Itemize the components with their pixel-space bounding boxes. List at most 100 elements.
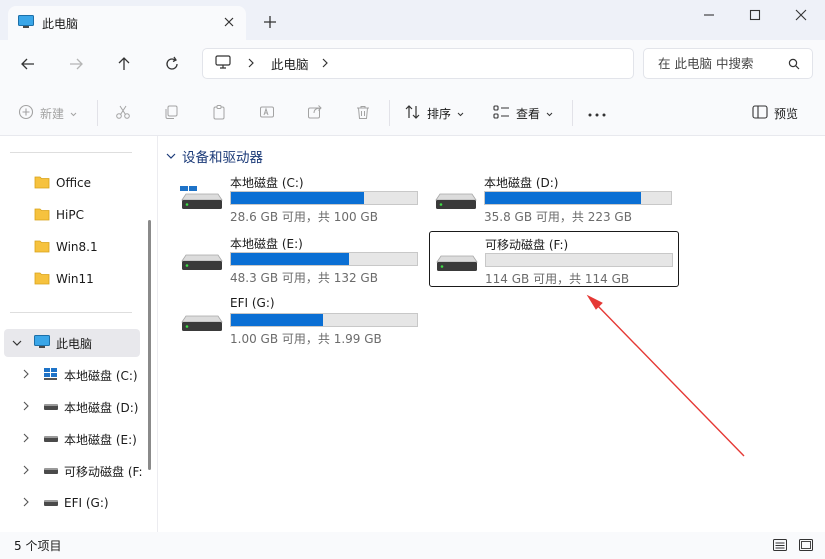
capacity-bar (230, 313, 418, 327)
drive-icon (44, 464, 58, 478)
drive-name: 可移动磁盘 (F:) (485, 238, 569, 252)
chevron-right-icon (247, 57, 255, 71)
nav-item-drive-f[interactable]: 可移动磁盘 (F: (0, 457, 150, 485)
drive-icon (180, 308, 224, 337)
maximize-button[interactable] (732, 0, 778, 32)
tiles-view-icon[interactable] (799, 539, 813, 554)
minimize-icon (703, 9, 715, 24)
preview-pane-icon (752, 104, 768, 122)
capacity-fill (231, 253, 349, 265)
capacity-bar (484, 191, 672, 205)
chevron-down-icon (70, 106, 77, 120)
nav-scrollbar-thumb[interactable] (148, 220, 151, 470)
view-button[interactable]: 查看 (493, 101, 553, 125)
copy-button[interactable] (163, 101, 179, 125)
sort-label: 排序 (427, 106, 452, 121)
drive-icon (180, 247, 224, 276)
delete-button[interactable] (355, 101, 371, 125)
drive-tile-f[interactable]: 可移动磁盘 (F:) 114 GB 可用，共 114 GB (429, 231, 679, 287)
close-window-button[interactable] (778, 0, 824, 32)
drive-name: 本地磁盘 (C:) (230, 176, 304, 190)
nav-item-this-pc[interactable]: 此电脑 (4, 329, 140, 357)
details-view-icon[interactable] (773, 539, 787, 554)
nav-item-label: Win11 (56, 272, 94, 286)
section-devices-drives[interactable]: 设备和驱动器 (166, 146, 263, 166)
drive-icon (44, 496, 58, 510)
forward-button[interactable] (65, 54, 87, 76)
drive-icon (44, 400, 58, 414)
nav-item-drive-d[interactable]: 本地磁盘 (D:) (0, 393, 150, 421)
nav-item-win11[interactable]: Win11 (0, 265, 150, 293)
pc-icon (34, 334, 50, 352)
rename-button[interactable] (259, 101, 275, 125)
chevron-right-icon[interactable] (321, 57, 329, 71)
drive-tile-e[interactable]: 本地磁盘 (E:) 48.3 GB 可用，共 132 GB (180, 235, 430, 291)
nav-item-drive-g[interactable]: EFI (G:) (0, 489, 150, 517)
nav-item-drive-c[interactable]: 本地磁盘 (C:) (0, 361, 150, 389)
copy-icon (163, 104, 179, 123)
more-dots-icon (588, 106, 606, 120)
chevron-right-icon[interactable] (22, 432, 30, 446)
share-icon (307, 104, 323, 123)
capacity-fill (231, 314, 324, 326)
rename-icon (259, 104, 275, 123)
new-tab-icon[interactable] (262, 14, 278, 30)
refresh-button[interactable] (161, 54, 183, 76)
drive-tile-c[interactable]: 本地磁盘 (C:) 28.6 GB 可用，共 100 GB (180, 174, 430, 230)
nav-item-label: 本地磁盘 (E:) (64, 432, 137, 447)
nav-item-hipc[interactable]: HiPC (0, 201, 150, 229)
drive-name: EFI (G:) (230, 296, 275, 310)
search-input[interactable] (658, 56, 778, 71)
drive-info: 114 GB 可用，共 114 GB (485, 272, 630, 286)
search-icon[interactable] (788, 58, 800, 73)
windows-drive-icon (180, 176, 224, 215)
capacity-bar (230, 252, 418, 266)
up-button[interactable] (113, 54, 135, 76)
status-bar: 5 个项目 (0, 532, 825, 559)
toolbar-divider (97, 100, 98, 126)
drive-name: 本地磁盘 (D:) (484, 176, 559, 190)
arrow-up-icon (116, 56, 132, 75)
nav-item-label: EFI (G:) (64, 496, 109, 510)
chevron-right-icon[interactable] (22, 400, 30, 414)
pc-outline-icon (215, 54, 231, 73)
nav-divider (10, 152, 132, 153)
paste-button[interactable] (211, 101, 227, 125)
close-icon (795, 9, 807, 24)
tab-this-pc[interactable]: 此电脑 (8, 6, 246, 40)
chevron-right-icon[interactable] (22, 464, 30, 478)
nav-item-label: 本地磁盘 (C:) (64, 368, 138, 383)
drive-info: 48.3 GB 可用，共 132 GB (230, 271, 378, 285)
chevron-down-icon (166, 148, 176, 164)
trash-icon (355, 104, 371, 123)
cut-button[interactable] (115, 101, 131, 125)
address-box[interactable]: 此电脑 (202, 48, 634, 79)
minimize-button[interactable] (686, 0, 732, 32)
view-label: 查看 (516, 106, 541, 121)
share-button[interactable] (307, 101, 323, 125)
navigation-pane[interactable]: Office HiPC Win8.1 Win11 此电脑 本地磁盘 (C:) 本… (0, 136, 158, 532)
chevron-down-icon[interactable] (12, 336, 22, 350)
more-options-button[interactable] (588, 101, 606, 125)
back-button[interactable] (17, 54, 39, 76)
scissors-icon (115, 104, 131, 123)
new-label: 新建 (40, 106, 65, 121)
chevron-right-icon[interactable] (22, 496, 30, 510)
chevron-right-icon[interactable] (22, 368, 30, 382)
nav-item-label: 本地磁盘 (D:) (64, 400, 139, 415)
new-button[interactable]: 新建 (18, 101, 77, 125)
toolbar-divider (572, 100, 573, 126)
breadcrumb-this-pc[interactable]: 此电脑 (271, 54, 309, 73)
close-tab-icon[interactable] (222, 15, 236, 29)
preview-pane-button[interactable]: 预览 (752, 101, 798, 125)
content-scrollbar[interactable] (815, 140, 823, 530)
sort-button[interactable]: 排序 (405, 101, 464, 125)
drive-tile-d[interactable]: 本地磁盘 (D:) 35.8 GB 可用，共 223 GB (434, 174, 684, 230)
nav-item-win81[interactable]: Win8.1 (0, 233, 150, 261)
drive-info: 28.6 GB 可用，共 100 GB (230, 210, 378, 224)
search-box[interactable] (643, 48, 813, 79)
nav-item-office[interactable]: Office (0, 169, 150, 197)
nav-item-drive-e[interactable]: 本地磁盘 (E:) (0, 425, 150, 453)
drive-info: 1.00 GB 可用，共 1.99 GB (230, 332, 382, 346)
drive-tile-g[interactable]: EFI (G:) 1.00 GB 可用，共 1.99 GB (180, 296, 430, 352)
